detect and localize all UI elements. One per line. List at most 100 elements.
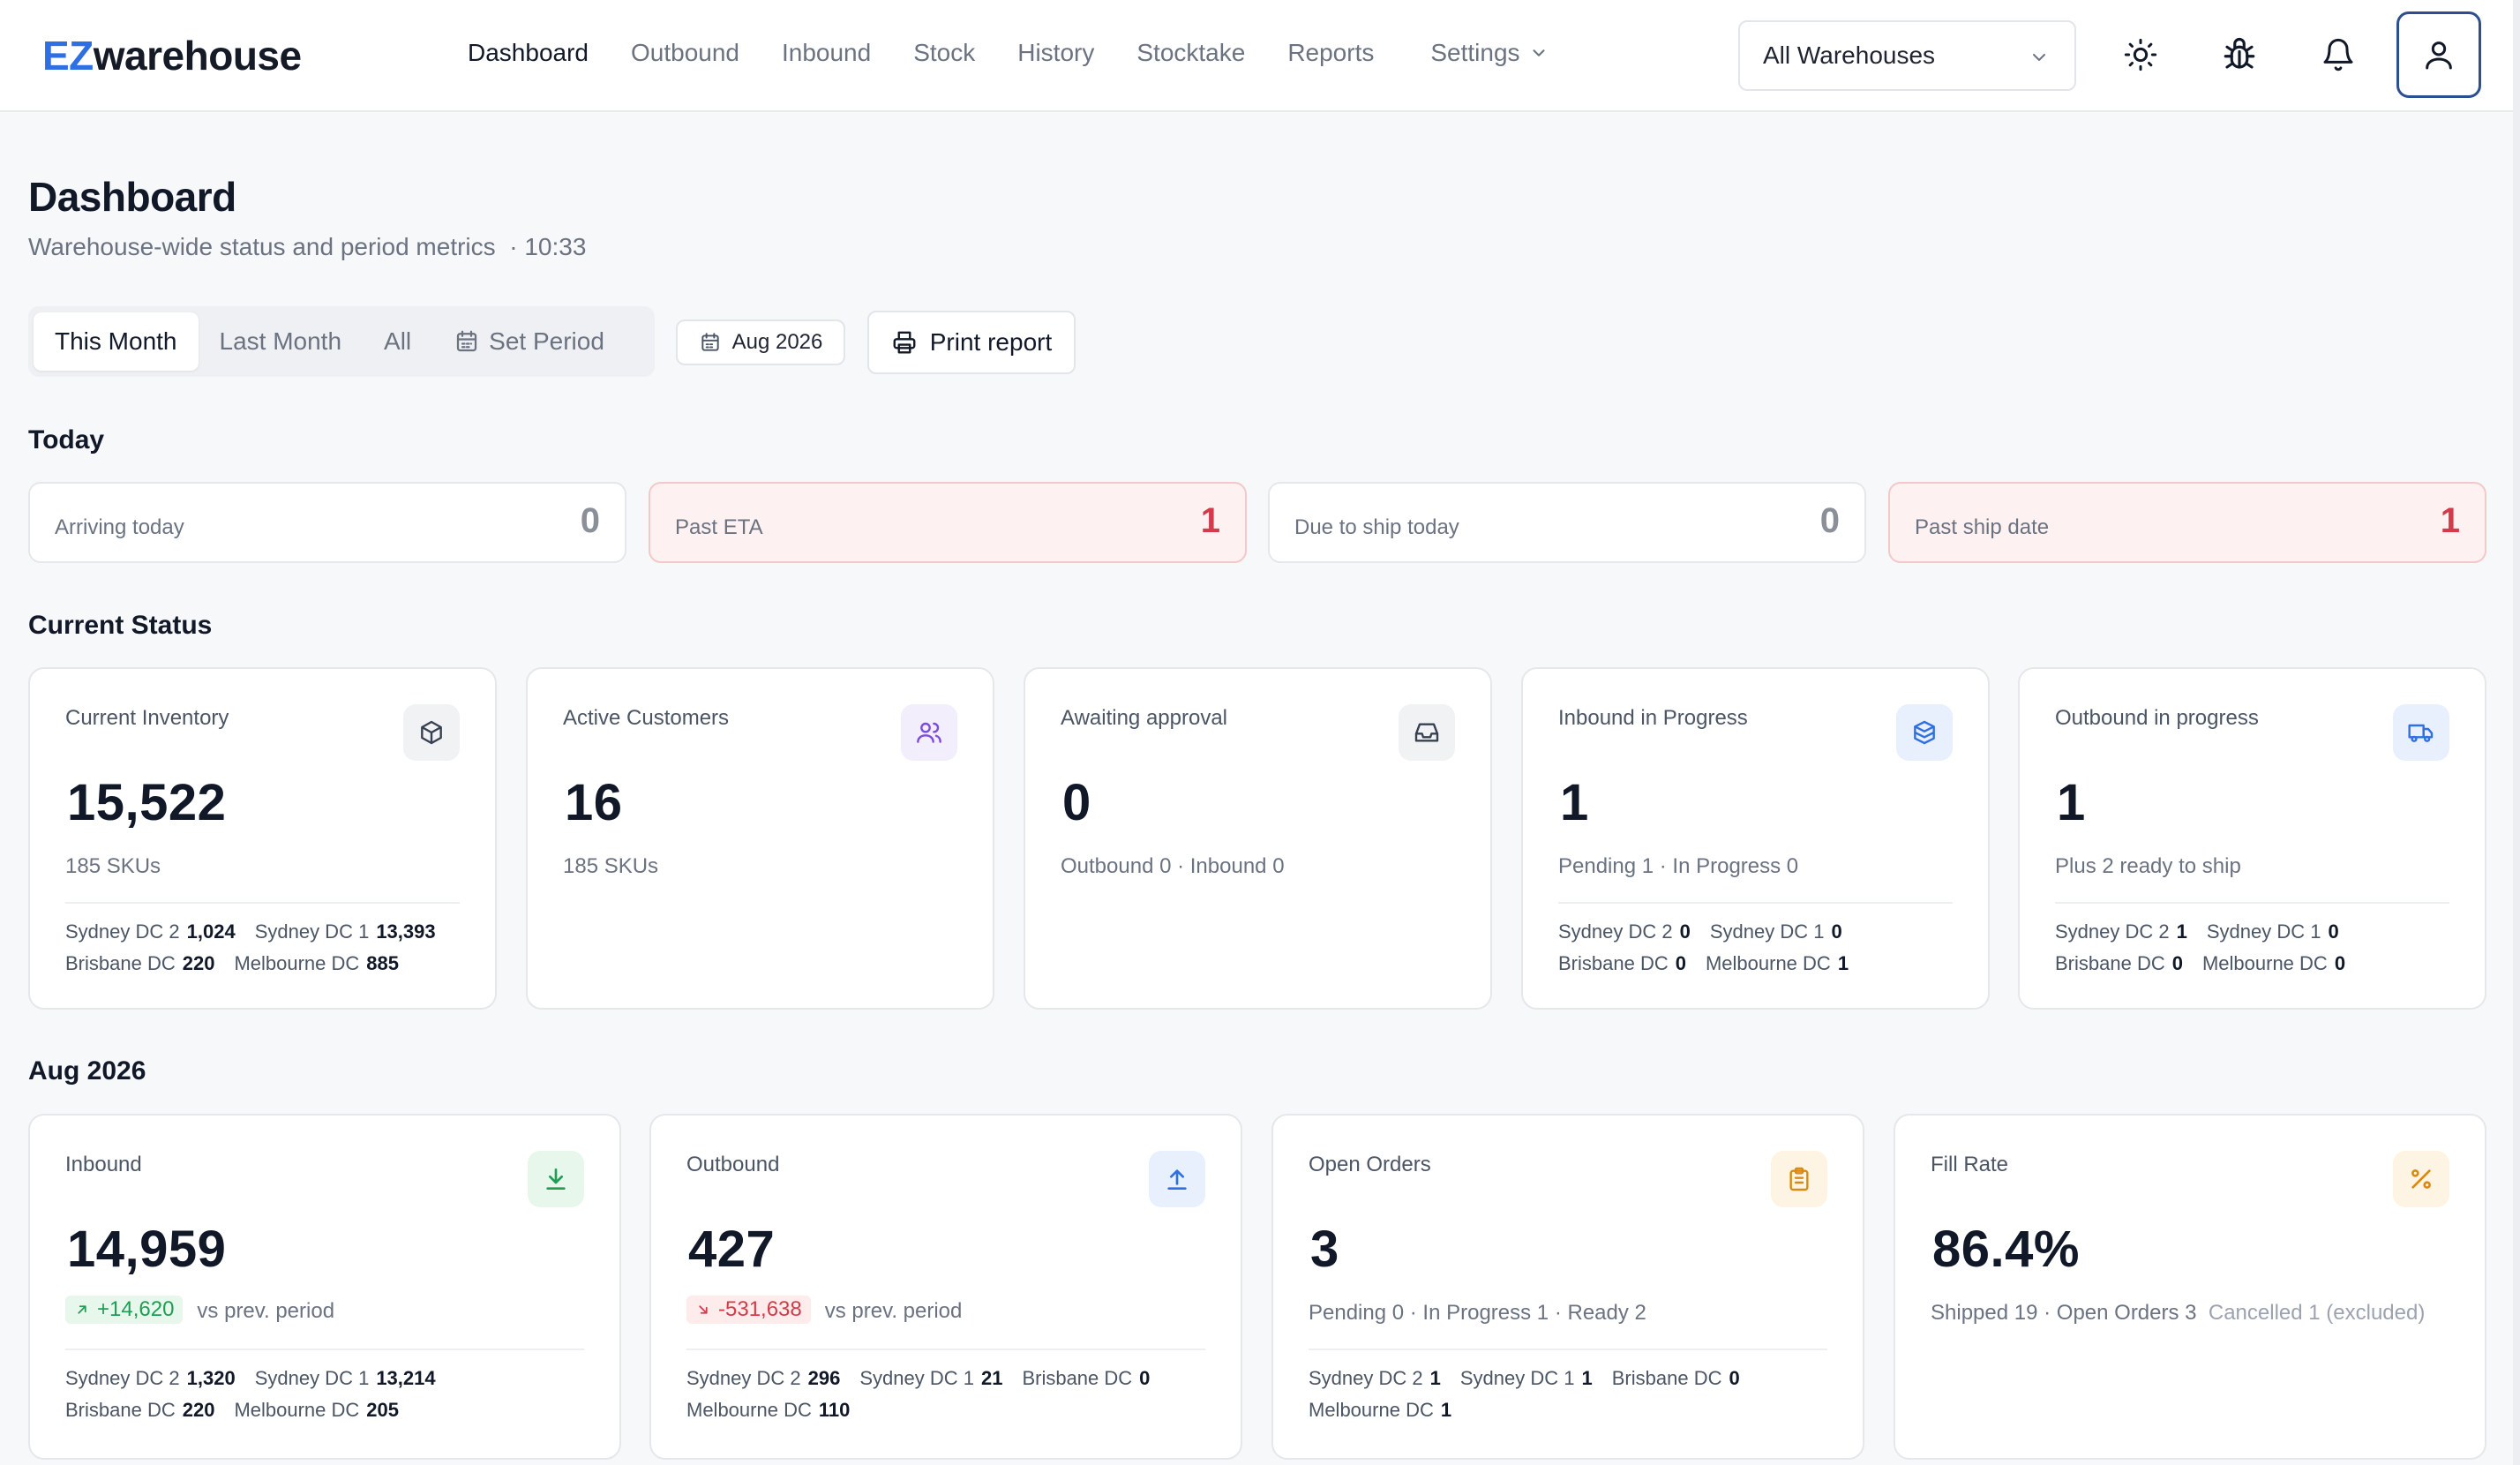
period-segmented-control: This Month Last Month All Set Period	[28, 306, 655, 377]
period-all[interactable]: All	[363, 312, 432, 371]
card-value: 14,959	[67, 1221, 227, 1278]
awaiting-approval-card[interactable]: Awaiting approval 0 Outbound 0 · Inbound…	[1024, 667, 1492, 1010]
card-divider	[65, 902, 460, 904]
card-value: 86.4%	[1932, 1221, 2080, 1278]
open-orders-metric-card[interactable]: Open Orders 3 Pending 0 · In Progress 1 …	[1271, 1114, 1864, 1460]
breakdown-item: Melbourne DC 885	[234, 952, 399, 974]
breakdown-item: Melbourne DC 1	[1309, 1399, 1452, 1421]
app-logo[interactable]: EZwarehouse	[42, 32, 302, 79]
nav-outbound[interactable]: Outbound	[631, 39, 739, 67]
card-label: Due to ship today	[1294, 515, 1459, 539]
warehouse-breakdown: Sydney DC 2 1,024 Sydney DC 1 13,393 Brisba…	[65, 916, 455, 980]
nav-settings-label: Settings	[1430, 39, 1520, 66]
delta-line: -531,638 vs prev. period	[686, 1296, 962, 1324]
page: EZwarehouse Dashboard Outbound Inbound S…	[0, 0, 2520, 1465]
inbox-icon	[1414, 723, 1439, 742]
notifications-button[interactable]	[2317, 34, 2359, 76]
delta-line: +14,620 vs prev. period	[65, 1296, 334, 1324]
debug-button[interactable]	[2218, 34, 2261, 76]
set-period-label: Set Period	[489, 327, 604, 355]
breakdown-item: Melbourne DC 110	[686, 1399, 851, 1421]
breakdown-item: Sydney DC 21	[1309, 1367, 1441, 1389]
card-label: Inbound	[65, 1153, 142, 1176]
outbound-in-progress-card[interactable]: Outbound in progress 1 Plus 2 ready to s…	[2018, 667, 2486, 1010]
fill-rate-excluded: Cancelled 1 (excluded)	[2208, 1301, 2426, 1325]
calendar-icon	[701, 333, 719, 351]
logo-suffix: warehouse	[93, 33, 302, 79]
outbound-metric-card[interactable]: Outbound 427 -531,638 vs prev. period Syd…	[649, 1114, 1242, 1460]
breakdown-item: Melbourne DC 205	[234, 1399, 399, 1421]
arriving-today-card[interactable]: Arriving today 0	[28, 482, 626, 563]
card-value: 1	[2057, 774, 2086, 831]
user-icon	[2426, 41, 2452, 70]
current-period-pill[interactable]: Aug 2026	[676, 319, 845, 365]
breakdown-item: Brisbane DC 0	[1022, 1367, 1151, 1389]
nav-reports[interactable]: Reports	[1287, 39, 1374, 67]
card-subtext: 185 SKUs	[563, 854, 659, 878]
card-icon-box	[901, 704, 957, 761]
card-subtext: Pending 1 · In Progress 0	[1558, 854, 1799, 878]
card-value: 0	[580, 501, 600, 540]
upload-icon	[1167, 1169, 1187, 1190]
nav-dashboard[interactable]: Dashboard	[468, 39, 589, 67]
nav-history[interactable]: History	[1017, 39, 1094, 67]
card-label: Outbound in progress	[2055, 706, 2259, 730]
nav-stocktake[interactable]: Stocktake	[1136, 39, 1245, 67]
nav-settings[interactable]: Settings	[1430, 39, 1548, 67]
percent-icon	[2411, 1169, 2431, 1189]
clipboard-icon	[1789, 1167, 1809, 1191]
delta-suffix: vs prev. period	[197, 1299, 335, 1323]
delta-badge: +14,620	[65, 1296, 184, 1324]
truck-icon	[2408, 724, 2434, 742]
theme-toggle-button[interactable]	[2119, 34, 2162, 76]
card-icon-box	[2393, 1151, 2449, 1207]
card-label: Open Orders	[1309, 1153, 1431, 1176]
print-report-button[interactable]: Print report	[867, 311, 1076, 374]
fill-rate-detail: Shipped 19 · Open Orders 3	[1931, 1301, 2197, 1325]
breakdown-item: Sydney DC 11	[1459, 1367, 1593, 1389]
fill-rate-metric-card[interactable]: Fill Rate 86.4% Shipped 19 · Open Orders…	[1894, 1114, 2486, 1460]
card-label: Past ship date	[1915, 515, 2050, 539]
card-label: Active Customers	[563, 706, 730, 730]
period-last-month[interactable]: Last Month	[199, 312, 364, 371]
warehouse-select-value: All Warehouses	[1763, 41, 1936, 69]
printer-icon	[893, 331, 916, 354]
arrow-down-right-icon	[699, 1305, 708, 1314]
card-value: 15,522	[67, 774, 227, 831]
inbound-metric-card[interactable]: Inbound 14,959 +14,620 vs prev. period Sy…	[28, 1114, 621, 1460]
past-ship-date-card[interactable]: Past ship date 1	[1888, 482, 2486, 563]
nav-stock[interactable]: Stock	[913, 39, 975, 67]
card-subtext: Pending 0 · In Progress 1 · Ready 2	[1309, 1301, 1646, 1325]
warehouse-breakdown: Sydney DC 2 1 Sydney DC 1 1 Brisbane DC 0 Mel…	[1309, 1363, 1759, 1426]
breakdown-item: Melbourne DC 0	[2201, 952, 2346, 974]
card-value: 0	[1819, 501, 1840, 540]
current-inventory-card[interactable]: Current Inventory 15,522 185 SKUs Sydney…	[28, 667, 497, 1010]
breakdown-item: Melbourne DC 1	[1705, 952, 1849, 974]
past-eta-card[interactable]: Past ETA 1	[649, 482, 1247, 563]
warehouse-breakdown: Sydney DC 2 0 Sydney DC 10 Brisbane DC 0 Mel…	[1558, 916, 1868, 980]
card-divider	[686, 1349, 1205, 1350]
due-to-ship-today-card[interactable]: Due to ship today 0	[1268, 482, 1866, 563]
period-set-period[interactable]: Set Period	[432, 312, 626, 371]
active-customers-card[interactable]: Active Customers 16 185 SKUs	[526, 667, 994, 1010]
warehouse-select[interactable]: All Warehouses	[1738, 20, 2076, 91]
sun-icon	[2124, 38, 2157, 71]
page-scrollbar[interactable]	[2513, 0, 2520, 1465]
card-subtext: 185 SKUs	[65, 854, 161, 878]
user-menu-button[interactable]	[2396, 11, 2481, 98]
card-subtext: Outbound 0 · Inbound 0	[1061, 854, 1285, 878]
top-bar: EZwarehouse Dashboard Outbound Inbound S…	[0, 0, 2513, 112]
period-this-month[interactable]: This Month	[34, 312, 199, 371]
card-divider	[65, 1349, 584, 1350]
breakdown-item: Sydney DC 2 296	[686, 1367, 841, 1389]
warehouse-breakdown: Sydney DC 2 296 Sydney DC 1 21 Brisbane DC 0 …	[686, 1363, 1169, 1426]
card-label: Current Inventory	[65, 706, 229, 730]
bell-icon	[2323, 38, 2353, 71]
logo-prefix: EZ	[42, 33, 94, 79]
card-label: Awaiting approval	[1061, 706, 1228, 730]
inbound-in-progress-card[interactable]: Inbound in Progress 1 Pending 1 · In Pro…	[1521, 667, 1990, 1010]
page-subtitle: Warehouse-wide status and period metrics…	[28, 233, 586, 261]
page-title: Dashboard	[28, 174, 236, 220]
nav-inbound[interactable]: Inbound	[782, 39, 871, 67]
breakdown-item: Sydney DC 1 21	[859, 1367, 1003, 1389]
